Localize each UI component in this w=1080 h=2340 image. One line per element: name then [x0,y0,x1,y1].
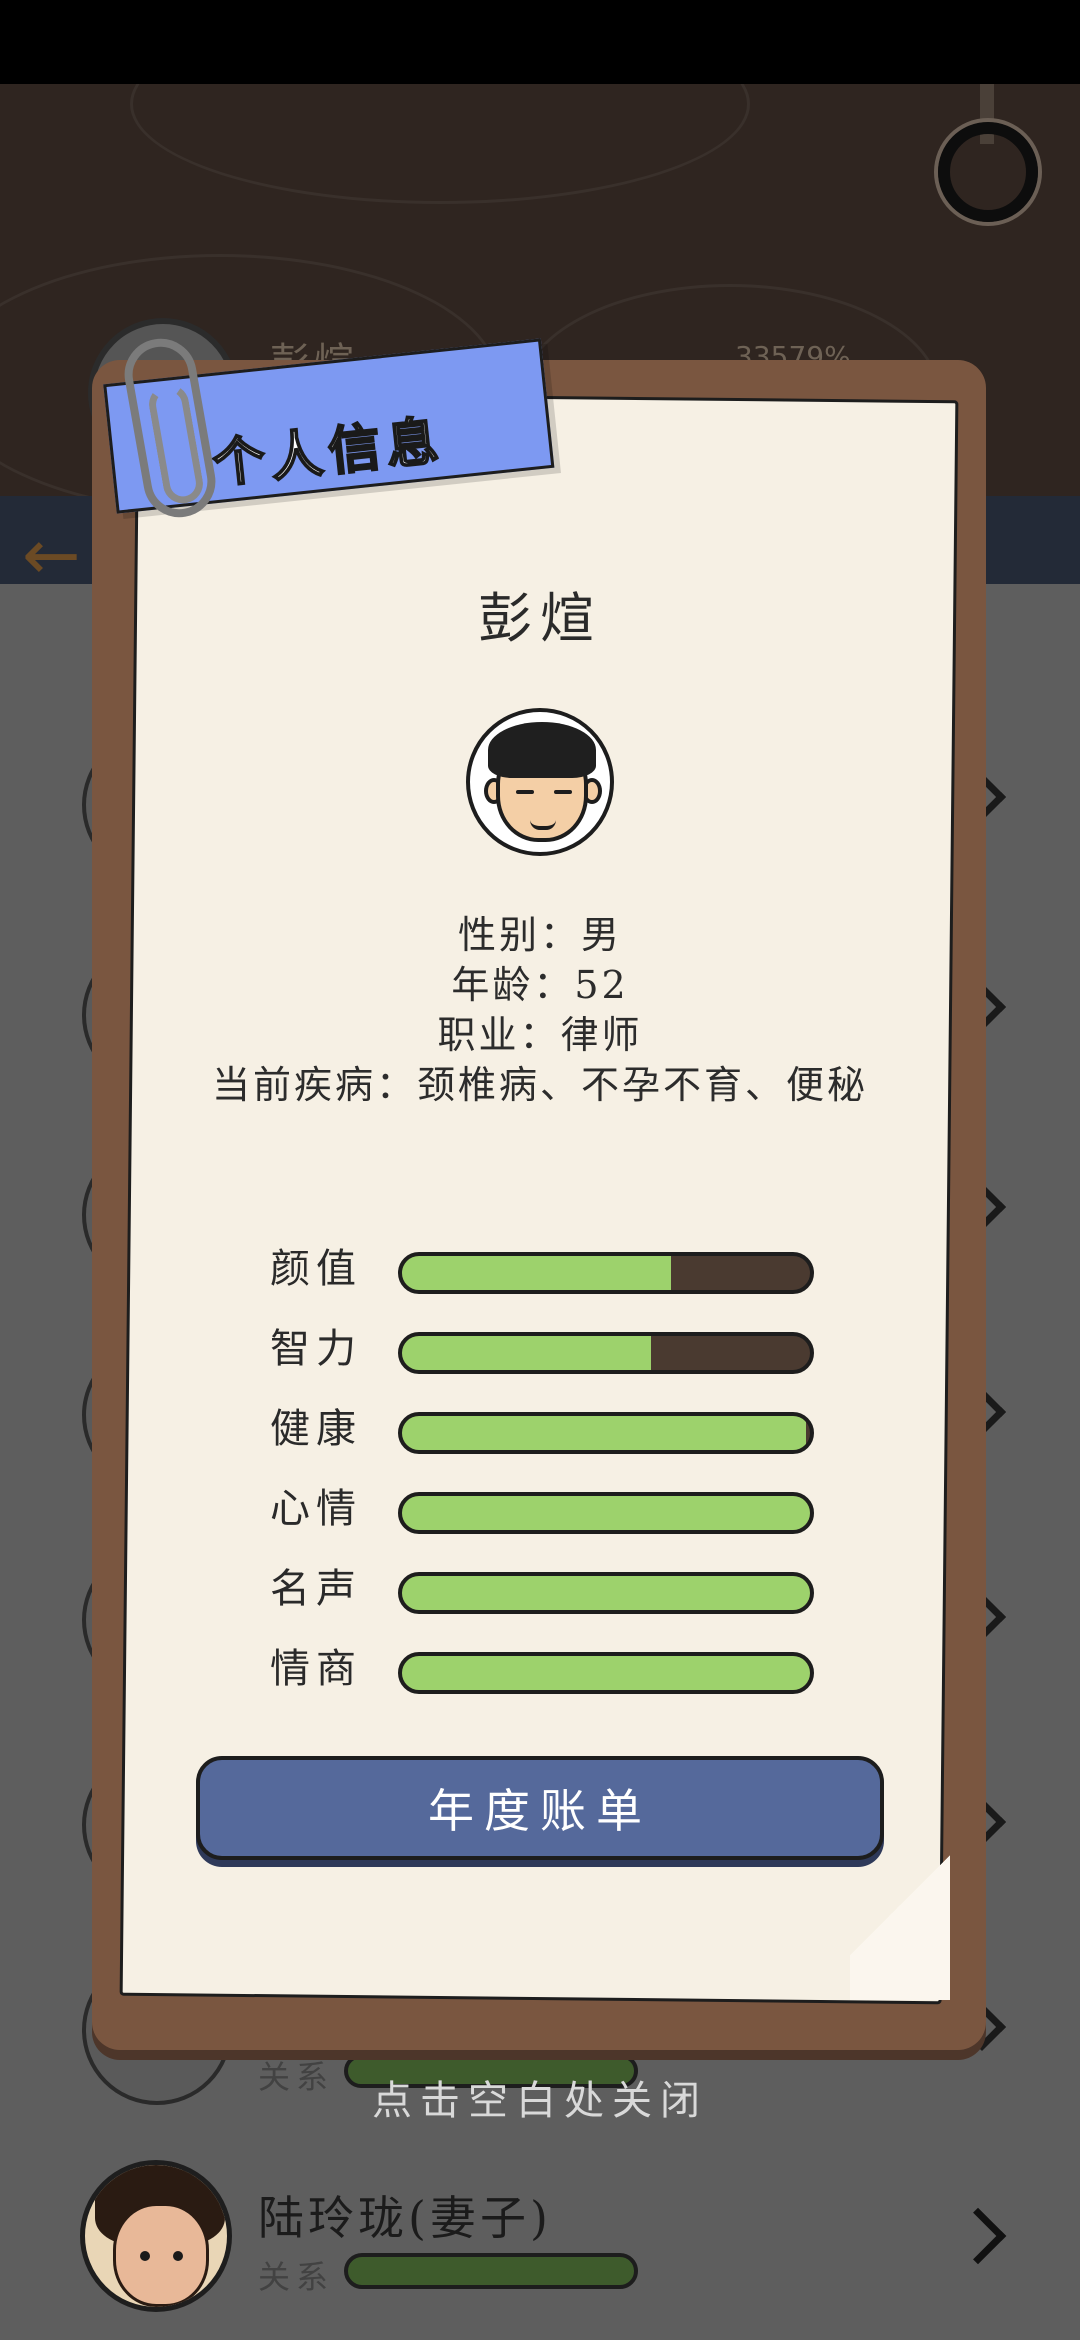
list-item-name: 陆玲珑(妻子) [258,2191,552,2245]
stat-bar [398,1652,814,1694]
stat-bar [398,1572,814,1614]
stat-row-eq: 情商 [270,1644,820,1694]
job-text: 职业：律师 [437,1013,643,1057]
stat-row-reputation: 名声 [270,1564,820,1614]
stat-row-health: 健康 [270,1404,820,1454]
person-name: 彭煊 [478,587,602,650]
stat-bar [398,1252,814,1294]
stat-label: 健康 [270,1406,362,1452]
person-info: 性别：男 年龄：52 职业：律师 当前疾病：颈椎病、不孕不育、便秘 [210,910,870,1110]
stat-fill [402,1496,810,1530]
stat-label: 颜值 [270,1246,362,1292]
stat-row-intelligence: 智力 [270,1324,820,1374]
stat-row-appearance: 颜值 [270,1244,820,1294]
annual-bill-button[interactable]: 年度账单 [196,1756,884,1860]
stat-fill [402,1576,810,1610]
relation-label: 关系 [258,2258,335,2296]
stat-label: 心情 [270,1486,362,1532]
stat-label: 名声 [270,1566,362,1612]
stat-row-mood: 心情 [270,1484,820,1534]
stat-fill [402,1416,806,1450]
stat-fill [402,1256,672,1290]
relation-bar [344,2253,638,2289]
ring-pull-icon[interactable] [938,122,1038,222]
stat-label: 情商 [270,1646,362,1692]
stat-label: 智力 [270,1326,362,1372]
close-hint[interactable]: 点击空白处关闭 [0,2068,1080,2126]
stat-bar [398,1412,814,1454]
wife-avatar [80,2160,232,2312]
stat-bar [398,1332,814,1374]
stat-bar [398,1492,814,1534]
stat-fill [402,1656,810,1690]
person-avatar [466,708,614,856]
age-text: 年龄：52 [451,963,629,1007]
status-bar [0,0,1080,84]
stat-fill [402,1336,651,1370]
gender-text: 性别：男 [457,913,622,957]
illness-text: 当前疾病：颈椎病、不孕不育、便秘 [211,1063,868,1107]
